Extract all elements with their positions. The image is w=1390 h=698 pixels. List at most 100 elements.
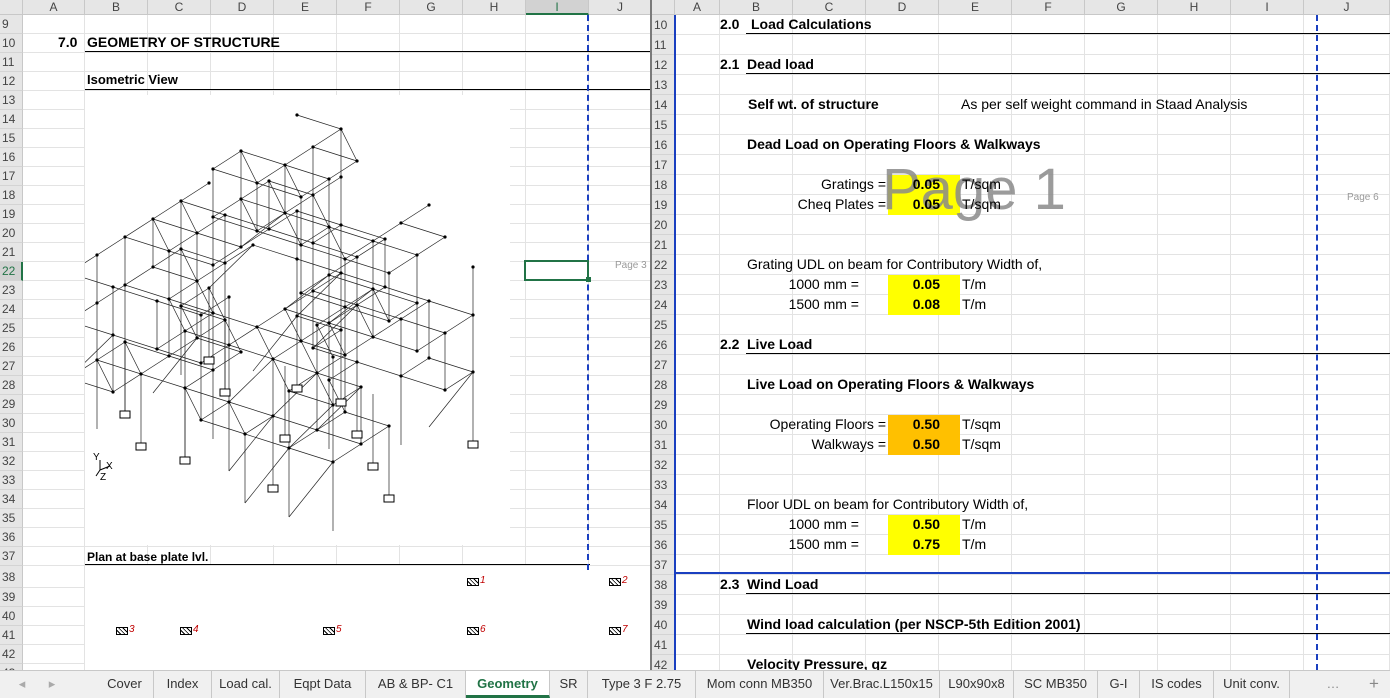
right-sheet-pane[interactable]: ABCDEFGHIJ 10 11 12 13 14 15 16 17 18 19 20 21 22 23 2…	[652, 0, 1390, 670]
right-row-header-28[interactable]: 28	[652, 375, 675, 395]
tab-geometry[interactable]: Geometry	[466, 671, 550, 698]
tab-index[interactable]: Index	[154, 671, 212, 698]
row-header-20[interactable]: 20	[0, 224, 23, 243]
right-row-header-23[interactable]: 23	[652, 275, 675, 295]
col-header-B[interactable]: B	[85, 0, 148, 15]
row-header-26[interactable]: 26	[0, 338, 23, 357]
right-row-header-37[interactable]: 37	[652, 555, 675, 575]
right-col-header-A[interactable]: A	[675, 0, 720, 15]
right-row-header-22[interactable]: 22	[652, 255, 675, 275]
right-row-header-14[interactable]: 14	[652, 95, 675, 115]
left-sheet-pane[interactable]: ABCDEFGHIJ 9 10 11 12 13 14 15 16 17 18 19 20 21 22 23…	[0, 0, 652, 670]
right-row-header-31[interactable]: 31	[652, 435, 675, 455]
tab-cover[interactable]: Cover	[96, 671, 154, 698]
f1500-value[interactable]: 0.75	[888, 534, 940, 554]
col-header-I[interactable]: I	[526, 0, 589, 15]
row-header-35[interactable]: 35	[0, 509, 23, 528]
right-col-header-C[interactable]: C	[793, 0, 866, 15]
right-row-header-19[interactable]: 19	[652, 195, 675, 215]
right-row-header-38[interactable]: 38	[652, 575, 675, 595]
row-header-21[interactable]: 21	[0, 243, 23, 262]
right-row-header-10[interactable]: 10	[652, 15, 675, 35]
corner-cell[interactable]	[0, 0, 23, 15]
more-tabs-button[interactable]: …	[1320, 671, 1346, 698]
tab-load-cal-[interactable]: Load cal.	[212, 671, 280, 698]
row-header-32[interactable]: 32	[0, 452, 23, 471]
row-header-34[interactable]: 34	[0, 490, 23, 509]
right-row-header-20[interactable]: 20	[652, 215, 675, 235]
row-header-22[interactable]: 22	[0, 262, 23, 281]
tab-g-i[interactable]: G-I	[1098, 671, 1140, 698]
col-header-F[interactable]: F	[337, 0, 400, 15]
right-row-header-33[interactable]: 33	[652, 475, 675, 495]
cheq-value[interactable]: 0.05	[888, 194, 940, 214]
op-floor-value[interactable]: 0.50	[888, 414, 940, 434]
g1500-value[interactable]: 0.08	[888, 294, 940, 314]
tab-eqpt-data[interactable]: Eqpt Data	[280, 671, 366, 698]
row-header-19[interactable]: 19	[0, 205, 23, 224]
right-row-header-27[interactable]: 27	[652, 355, 675, 375]
col-header-A[interactable]: A	[23, 0, 85, 15]
row-header-18[interactable]: 18	[0, 186, 23, 205]
right-col-header-D[interactable]: D	[866, 0, 939, 15]
right-col-header-F[interactable]: F	[1012, 0, 1085, 15]
col-header-G[interactable]: G	[400, 0, 463, 15]
right-row-header-41[interactable]: 41	[652, 635, 675, 655]
row-header-23[interactable]: 23	[0, 281, 23, 300]
col-header-H[interactable]: H	[463, 0, 526, 15]
row-header-38[interactable]: 38	[0, 566, 23, 588]
right-row-header-12[interactable]: 12	[652, 55, 675, 75]
walkways-value[interactable]: 0.50	[888, 434, 940, 454]
right-row-header-25[interactable]: 25	[652, 315, 675, 335]
row-header-10[interactable]: 10	[0, 34, 23, 53]
col-header-E[interactable]: E	[274, 0, 337, 15]
row-header-39[interactable]: 39	[0, 588, 23, 607]
right-row-header-34[interactable]: 34	[652, 495, 675, 515]
selected-cell-I22[interactable]	[524, 260, 589, 281]
right-row-header-35[interactable]: 35	[652, 515, 675, 535]
right-row-header-40[interactable]: 40	[652, 615, 675, 635]
col-header-C[interactable]: C	[148, 0, 211, 15]
tab-is-codes[interactable]: IS codes	[1140, 671, 1214, 698]
row-header-13[interactable]: 13	[0, 91, 23, 110]
right-col-header-B[interactable]: B	[720, 0, 793, 15]
row-header-16[interactable]: 16	[0, 148, 23, 167]
right-row-header-24[interactable]: 24	[652, 295, 675, 315]
col-header-D[interactable]: D	[211, 0, 274, 15]
right-row-header-29[interactable]: 29	[652, 395, 675, 415]
right-row-header-21[interactable]: 21	[652, 235, 675, 255]
right-col-header-G[interactable]: G	[1085, 0, 1158, 15]
tab-scroll-next-button[interactable]: ▸	[42, 671, 62, 698]
row-header-37[interactable]: 37	[0, 547, 23, 566]
row-header-31[interactable]: 31	[0, 433, 23, 452]
right-col-header-J[interactable]: J	[1304, 0, 1390, 15]
col-header-J[interactable]: J	[589, 0, 652, 15]
add-sheet-button[interactable]: +	[1362, 671, 1386, 698]
tab-l90x90x8[interactable]: L90x90x8	[940, 671, 1014, 698]
tab-type-3-f-2-75[interactable]: Type 3 F 2.75	[588, 671, 696, 698]
fill-handle[interactable]	[586, 277, 591, 282]
tab-mom-conn-mb350[interactable]: Mom conn MB350	[696, 671, 824, 698]
tab-sc-mb350[interactable]: SC MB350	[1014, 671, 1098, 698]
row-header-11[interactable]: 11	[0, 53, 23, 72]
right-row-header-30[interactable]: 30	[652, 415, 675, 435]
row-header-29[interactable]: 29	[0, 395, 23, 414]
row-header-36[interactable]: 36	[0, 528, 23, 547]
row-header-28[interactable]: 28	[0, 376, 23, 395]
row-header-12[interactable]: 12	[0, 72, 23, 91]
row-header-14[interactable]: 14	[0, 110, 23, 129]
right-col-header-E[interactable]: E	[939, 0, 1012, 15]
row-header-41[interactable]: 41	[0, 626, 23, 645]
right-row-header-17[interactable]: 17	[652, 155, 675, 175]
right-row-header-13[interactable]: 13	[652, 75, 675, 95]
row-header-15[interactable]: 15	[0, 129, 23, 148]
right-row-header-16[interactable]: 16	[652, 135, 675, 155]
right-row-header-26[interactable]: 26	[652, 335, 675, 355]
right-row-header-32[interactable]: 32	[652, 455, 675, 475]
gratings-value[interactable]: 0.05	[888, 174, 940, 194]
right-col-header-I[interactable]: I	[1231, 0, 1304, 15]
g1000-value[interactable]: 0.05	[888, 274, 940, 294]
row-header-24[interactable]: 24	[0, 300, 23, 319]
right-row-header-18[interactable]: 18	[652, 175, 675, 195]
row-header-9[interactable]: 9	[0, 15, 23, 34]
